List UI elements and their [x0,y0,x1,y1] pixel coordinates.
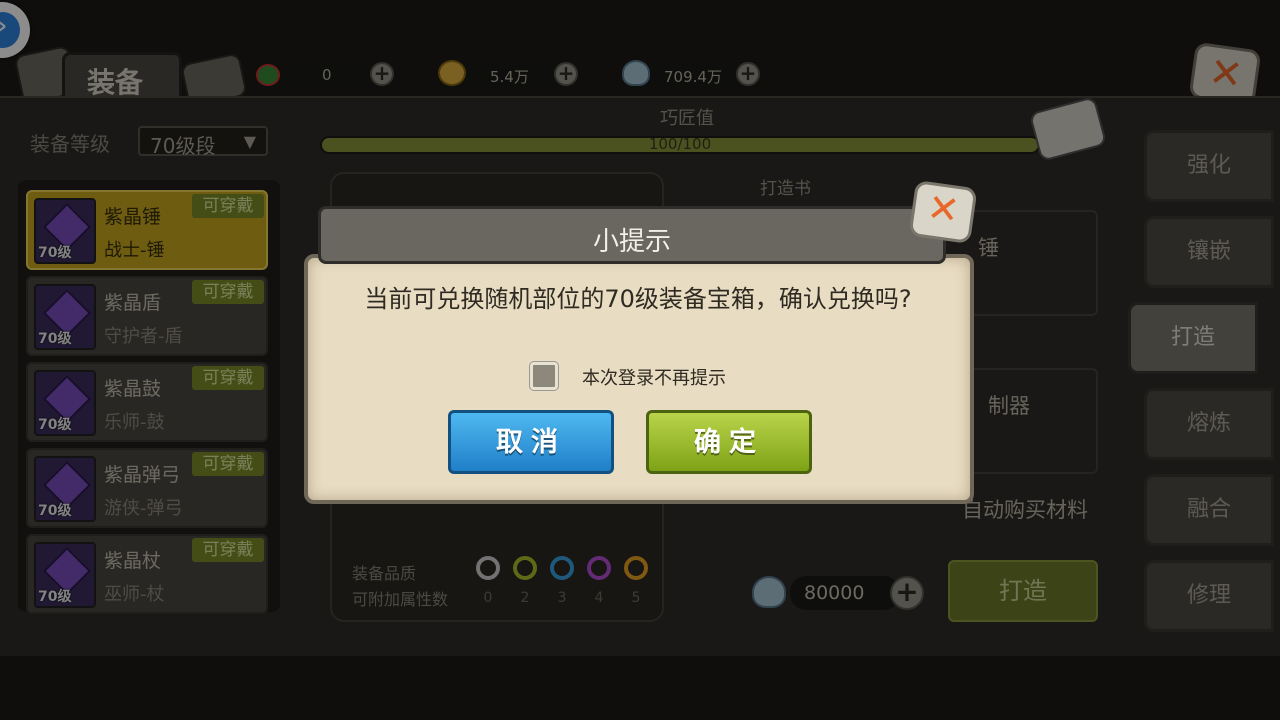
dialog-message: 当前可兑换随机部位的70级装备宝箱，确认兑换吗? [364,285,912,313]
confirm-dialog: 小提示 ✕ 当前可兑换随机部位的70级装备宝箱，确认兑换吗? 本次登录不再提示 … [300,179,980,516]
dialog-close-button[interactable]: ✕ [908,179,978,245]
confirm-button[interactable]: 确定 [646,410,812,474]
cancel-button[interactable]: 取消 [448,410,614,474]
close-icon: ✕ [924,185,963,234]
dont-remind-label[interactable]: 本次登录不再提示 [582,364,726,390]
dialog-title: 小提示 [592,227,671,257]
dialog-header: 小提示 [318,206,946,264]
dont-remind-checkbox[interactable] [530,362,558,390]
